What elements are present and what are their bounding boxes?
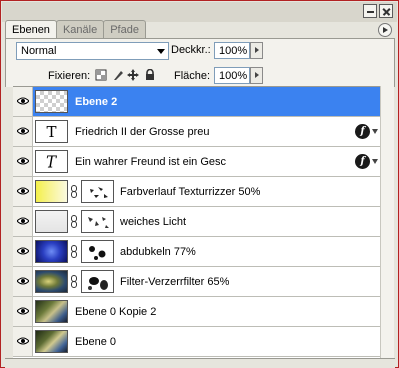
- lock-transparency-icon[interactable]: [95, 69, 107, 81]
- expand-effects-icon[interactable]: [372, 159, 378, 164]
- layer-mask-thumbnail[interactable]: [81, 270, 114, 293]
- layer-row[interactable]: T Ein wahrer Freund ist ein Gesc f: [13, 147, 380, 177]
- palette-tabs: Ebenen Kanäle Pfade: [5, 20, 146, 40]
- close-button[interactable]: [379, 4, 393, 18]
- type-glyph: T: [44, 151, 59, 172]
- blend-mode-value: Normal: [21, 45, 57, 57]
- layer-thumbnail: [35, 300, 68, 323]
- layer-row[interactable]: weiches Licht: [13, 207, 380, 237]
- layers-palette: Ebenen Kanäle Pfade Normal Deckkr.: 100%…: [0, 0, 399, 368]
- palette-footer: [5, 358, 395, 368]
- layer-thumbnail: [35, 270, 68, 293]
- chain-icon[interactable]: [70, 185, 78, 198]
- opacity-input[interactable]: 100%: [214, 42, 250, 59]
- eye-icon[interactable]: [13, 267, 33, 296]
- layer-name: Filter-Verzerrfilter 65%: [120, 276, 230, 288]
- minimize-button[interactable]: [363, 4, 377, 18]
- layer-name: Ebene 0: [75, 336, 116, 348]
- chain-icon[interactable]: [70, 275, 78, 288]
- panel-menu-icon[interactable]: [378, 23, 392, 37]
- layer-name: abdubkeln 77%: [120, 246, 196, 258]
- fx-icon[interactable]: f: [355, 124, 370, 139]
- lock-all-icon[interactable]: [144, 69, 156, 81]
- layer-row[interactable]: Farbverlauf Texturrizzer 50%: [13, 177, 380, 207]
- layer-row[interactable]: Ebene 2: [13, 87, 380, 117]
- layer-mask-thumbnail[interactable]: [81, 180, 114, 203]
- layer-name: Ein wahrer Freund ist ein Gesc: [75, 156, 227, 168]
- expand-effects-icon[interactable]: [372, 129, 378, 134]
- type-layer-icon: T: [35, 120, 68, 143]
- eye-icon[interactable]: [13, 147, 33, 176]
- fill-slider-button[interactable]: [250, 67, 263, 84]
- type-glyph: T: [46, 122, 57, 141]
- chevron-down-icon: [157, 49, 165, 54]
- layers-scrollbar[interactable]: [380, 86, 394, 358]
- layer-name: weiches Licht: [120, 216, 187, 228]
- layer-name: Ebene 0 Kopie 2: [75, 306, 157, 318]
- layer-row[interactable]: abdubkeln 77%: [13, 237, 380, 267]
- layer-thumbnail: [35, 90, 68, 113]
- layer-mask-thumbnail[interactable]: [81, 240, 114, 263]
- layer-options: Normal Deckkr.: 100% Fixieren: Fläche: 1…: [5, 38, 395, 87]
- blend-mode-select[interactable]: Normal: [16, 42, 169, 60]
- layer-name: Ebene 2: [75, 96, 118, 108]
- layer-thumbnail: [35, 240, 68, 263]
- palette-titlebar: [2, 2, 397, 22]
- lock-label: Fixieren:: [48, 70, 91, 82]
- tab-ebenen[interactable]: Ebenen: [5, 20, 57, 40]
- opacity-label: Deckkr.:: [171, 44, 211, 56]
- layer-row[interactable]: T Friedrich II der Grosse preu f: [13, 117, 380, 147]
- tab-kanaele[interactable]: Kanäle: [55, 20, 105, 39]
- eye-icon[interactable]: [13, 327, 33, 356]
- layer-thumbnail: [35, 210, 68, 233]
- chain-icon[interactable]: [70, 245, 78, 258]
- fill-label: Fläche:: [174, 70, 211, 82]
- fill-input[interactable]: 100%: [214, 67, 250, 84]
- fill-value: 100%: [219, 70, 248, 82]
- chain-icon[interactable]: [70, 215, 78, 228]
- layer-row[interactable]: Ebene 0: [13, 327, 380, 357]
- opacity-slider-button[interactable]: [250, 42, 263, 59]
- lock-pixels-icon[interactable]: [112, 69, 124, 81]
- opacity-value: 100%: [219, 45, 248, 57]
- layer-name: Farbverlauf Texturrizzer 50%: [120, 186, 261, 198]
- tab-pfade[interactable]: Pfade: [103, 20, 146, 39]
- lock-position-icon[interactable]: [127, 69, 139, 81]
- layer-thumbnail: [35, 330, 68, 353]
- layer-thumbnail: [35, 180, 68, 203]
- layer-mask-thumbnail[interactable]: [81, 210, 114, 233]
- warped-type-layer-icon: T: [35, 150, 68, 173]
- eye-icon[interactable]: [13, 117, 33, 146]
- layer-row[interactable]: Ebene 0 Kopie 2: [13, 297, 380, 327]
- fx-icon[interactable]: f: [355, 154, 370, 169]
- eye-icon[interactable]: [13, 297, 33, 326]
- eye-icon[interactable]: [13, 207, 33, 236]
- layer-name: Friedrich II der Grosse preu: [75, 126, 210, 138]
- layers-list: Ebene 2 T Friedrich II der Grosse preu f…: [13, 86, 380, 358]
- eye-icon[interactable]: [13, 87, 33, 116]
- layer-row[interactable]: Filter-Verzerrfilter 65%: [13, 267, 380, 297]
- eye-icon[interactable]: [13, 177, 33, 206]
- eye-icon[interactable]: [13, 237, 33, 266]
